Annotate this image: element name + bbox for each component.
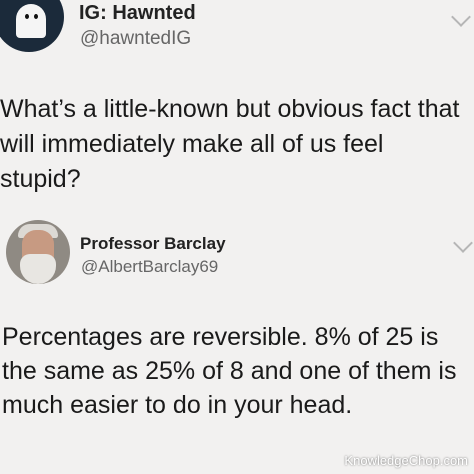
tweet-1-header: IG: Hawnted @hawntedIG bbox=[0, 0, 474, 70]
avatar-beard bbox=[20, 254, 56, 284]
display-name[interactable]: IG: Hawnted bbox=[79, 2, 196, 25]
ghost-avatar[interactable] bbox=[0, 0, 64, 52]
professor-avatar[interactable] bbox=[6, 220, 70, 284]
ghost-eye-right bbox=[34, 14, 38, 19]
watermark: KnowledgeChop.com bbox=[344, 453, 468, 468]
display-name[interactable]: Professor Barclay bbox=[80, 234, 226, 254]
tweet-1-text: What’s a little-known but obvious fact t… bbox=[0, 95, 460, 193]
ghost-icon bbox=[16, 4, 46, 38]
tweet-2-text: Percentages are reversible. 8% of 25 is … bbox=[2, 323, 457, 419]
user-handle[interactable]: @AlbertBarclay69 bbox=[81, 257, 218, 277]
user-handle[interactable]: @hawntedIG bbox=[80, 28, 191, 50]
chevron-down-icon[interactable] bbox=[451, 7, 471, 27]
chevron-down-icon[interactable] bbox=[453, 233, 473, 253]
ghost-eye-left bbox=[25, 14, 29, 19]
